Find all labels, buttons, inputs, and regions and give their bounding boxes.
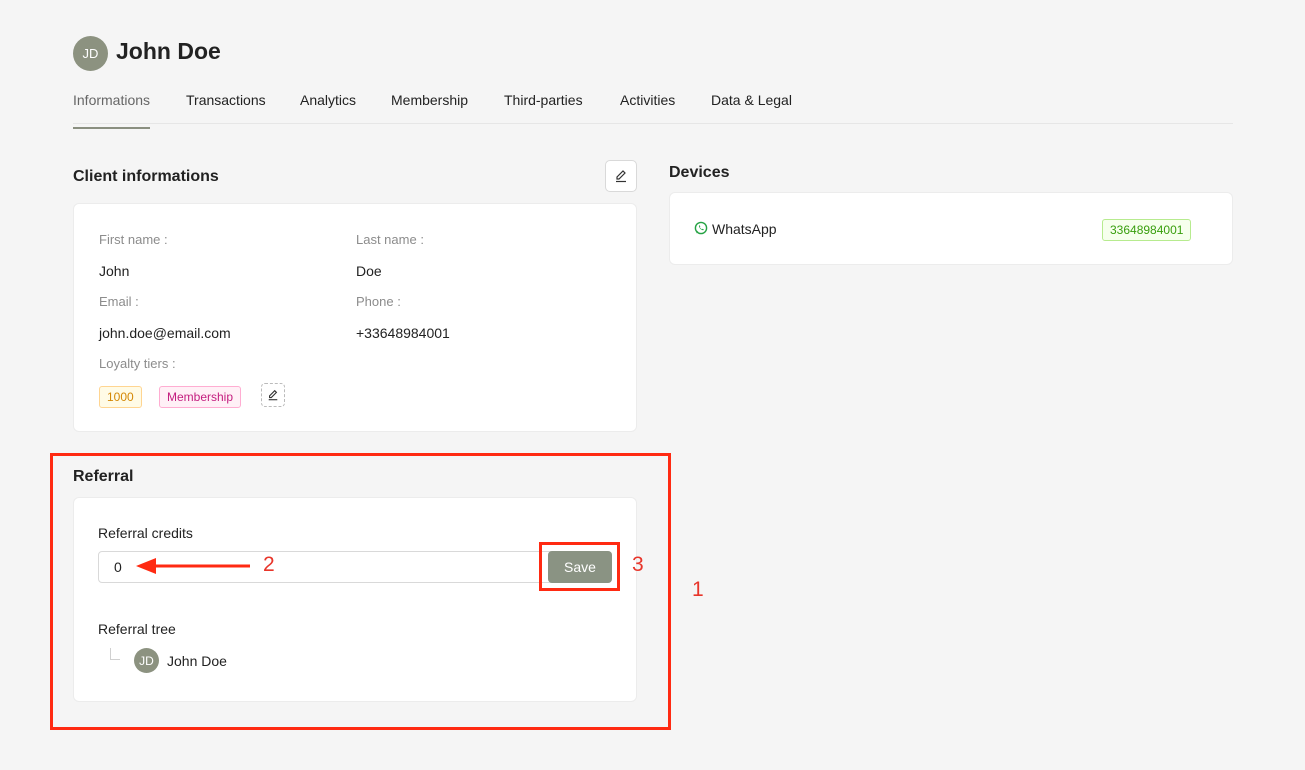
phone-value: +33648984001: [356, 325, 450, 341]
tab-analytics[interactable]: Analytics: [300, 92, 356, 127]
tab-transactions[interactable]: Transactions: [186, 92, 266, 127]
annotation-number-2: 2: [263, 553, 275, 576]
first-name-value: John: [99, 263, 130, 279]
device-name: WhatsApp: [712, 221, 777, 237]
email-value: john.doe@email.com: [99, 325, 231, 341]
loyalty-points-tag: 1000: [99, 386, 142, 408]
last-name-value: Doe: [356, 263, 382, 279]
tab-membership[interactable]: Membership: [391, 92, 468, 127]
last-name-label: Last name :: [356, 232, 424, 247]
tab-bar: Informations Transactions Analytics Memb…: [73, 80, 1233, 129]
page-title: John Doe: [116, 38, 221, 64]
client-info-title: Client informations: [73, 168, 219, 185]
tab-informations[interactable]: Informations: [73, 92, 151, 129]
annotation-number-3: 3: [632, 553, 644, 576]
tab-activities[interactable]: Activities: [620, 92, 675, 127]
whatsapp-icon: [694, 221, 708, 240]
annotation-arrow: [136, 558, 250, 574]
email-label: Email :: [99, 294, 139, 309]
loyalty-tiers-label: Loyalty tiers :: [99, 356, 176, 371]
annotation-box-referral: [50, 453, 671, 730]
edit-client-button[interactable]: [605, 160, 637, 192]
annotation-number-1: 1: [692, 578, 704, 601]
tab-data-legal[interactable]: Data & Legal: [711, 92, 792, 127]
loyalty-tier-tag: Membership: [159, 386, 242, 408]
device-number-tag: 33648984001: [1102, 219, 1192, 241]
edit-icon: [616, 170, 626, 183]
annotation-box-save: [539, 542, 620, 591]
phone-label: Phone :: [356, 294, 401, 309]
first-name-label: First name :: [99, 232, 168, 247]
edit-icon: [268, 389, 278, 401]
devices-title: Devices: [669, 164, 730, 181]
edit-loyalty-button[interactable]: [261, 383, 285, 407]
user-avatar: JD: [73, 36, 108, 71]
tab-third-parties[interactable]: Third-parties: [504, 92, 583, 127]
